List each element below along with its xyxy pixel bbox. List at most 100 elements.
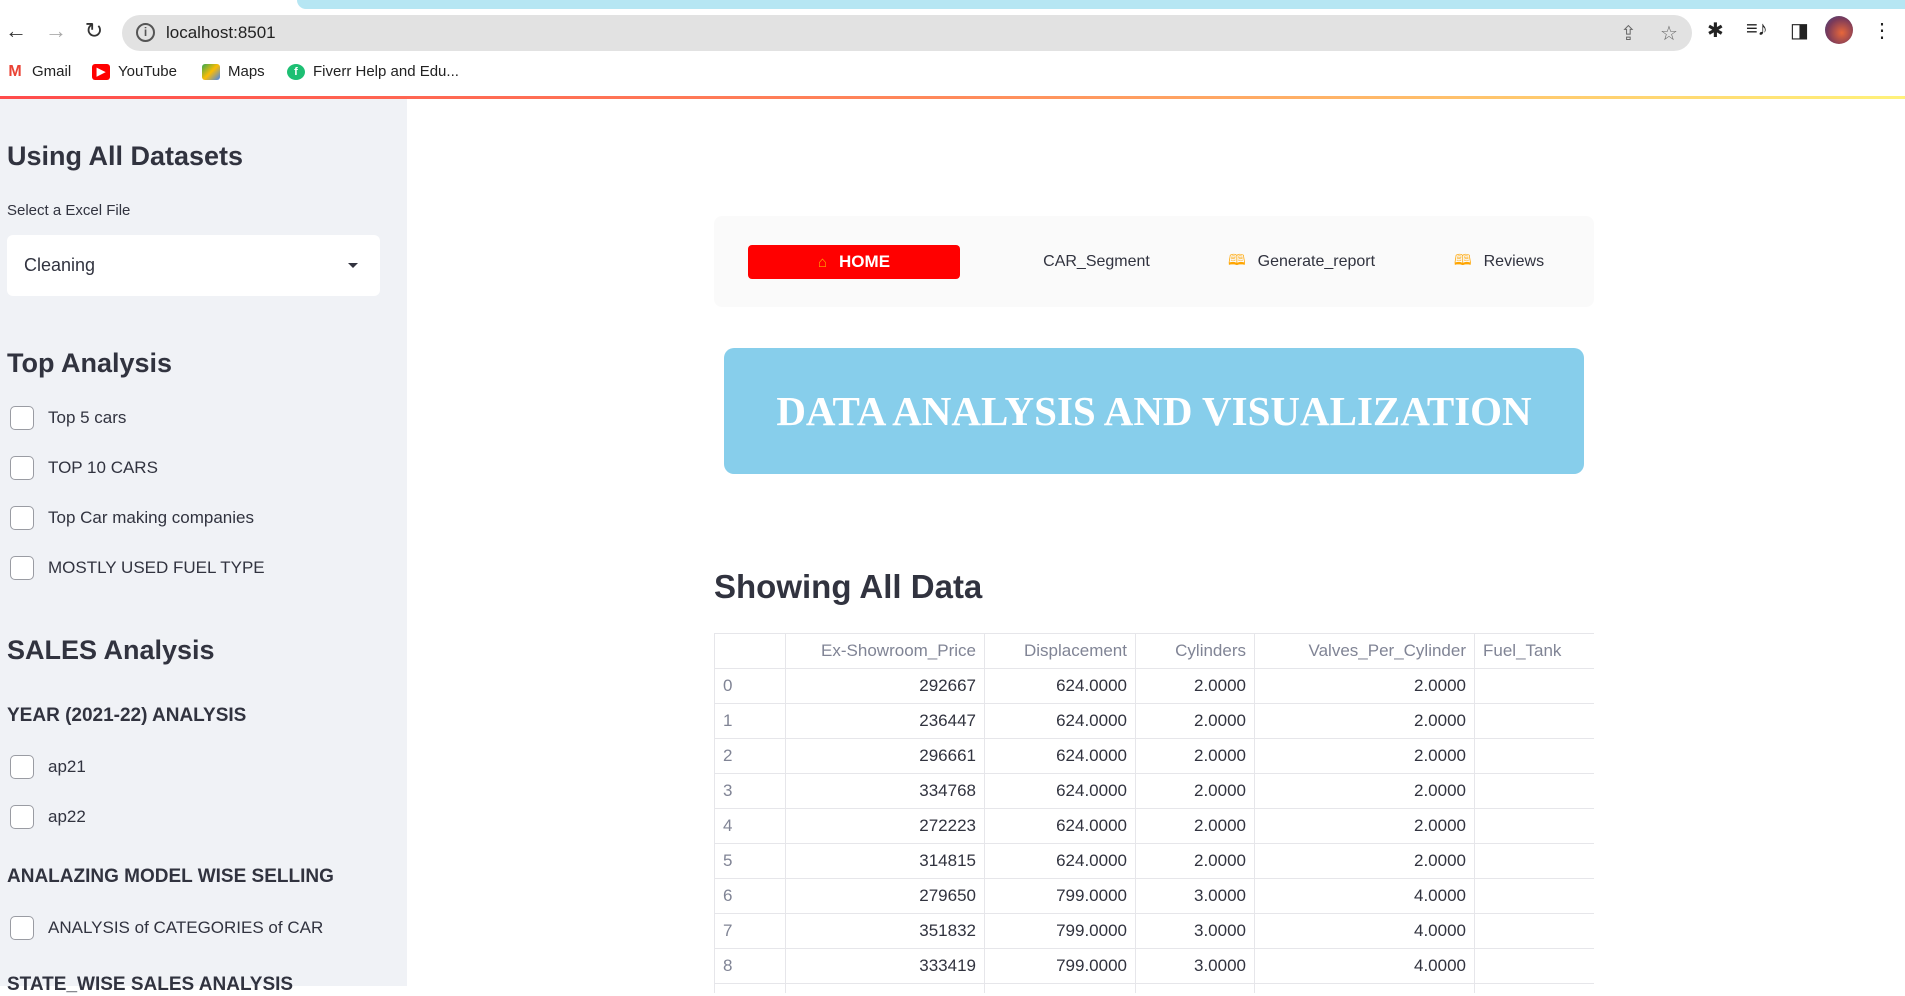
row-index[interactable]: 6 [714,878,786,914]
column-header[interactable]: Displacement [984,633,1136,669]
checkbox-top-companies[interactable]: Top Car making companies [10,506,254,530]
table-cell[interactable]: 333419 [785,948,985,984]
table-cell[interactable]: 2.0000 [1135,843,1255,879]
table-cell[interactable]: 799.0000 [984,878,1136,914]
table-cell[interactable] [1474,913,1594,949]
table-cell[interactable]: 2.0000 [1135,738,1255,774]
data-table[interactable]: Ex-Showroom_Price Displacement Cylinders Va… [714,633,1594,993]
checkbox-fuel-type[interactable]: MOSTLY USED FUEL TYPE [10,556,265,580]
profile-avatar[interactable] [1825,16,1853,44]
row-index[interactable]: 4 [714,808,786,844]
bookmark-fiverr[interactable]: f Fiverr Help and Edu... [287,63,459,80]
column-header[interactable] [714,633,786,669]
table-cell[interactable] [1474,738,1594,774]
reload-icon[interactable]: ↻ [80,18,108,44]
table-cell[interactable] [1474,948,1594,984]
checkbox-box[interactable] [10,556,34,580]
checkbox-ap22[interactable]: ap22 [10,805,86,829]
back-icon[interactable]: ← [2,18,30,44]
table-cell[interactable]: 2.0000 [1254,738,1475,774]
checkbox-box[interactable] [10,506,34,530]
table-cell[interactable] [1474,983,1594,993]
menu-icon[interactable]: ⋮ [1872,18,1892,43]
table-cell[interactable]: 236447 [785,703,985,739]
row-index[interactable]: 9 [714,983,786,993]
table-cell[interactable]: 2.0000 [1254,843,1475,879]
table-cell[interactable]: 624.0000 [984,843,1136,879]
table-cell[interactable]: 3.0000 [1135,913,1255,949]
bookmark-gmail[interactable]: M Gmail [6,63,71,80]
nav-home[interactable]: ⌂ HOME [748,245,960,279]
checkbox-box[interactable] [10,755,34,779]
table-cell[interactable]: 351832 [785,913,985,949]
table-cell[interactable]: 2.0000 [1135,808,1255,844]
table-cell[interactable] [984,983,1136,993]
nav-generate-report[interactable]: 🕮 Generate_report [1194,245,1409,279]
table-cell[interactable]: 624.0000 [984,773,1136,809]
checkbox-box[interactable] [10,805,34,829]
star-icon[interactable]: ☆ [1660,21,1678,46]
bookmark-maps[interactable]: Maps [202,63,265,80]
checkbox-top-10-cars[interactable]: TOP 10 CARS [10,456,158,480]
column-header[interactable]: Valves_Per_Cylinder [1254,633,1475,669]
table-cell[interactable]: 4.0000 [1254,878,1475,914]
table-cell[interactable] [1474,878,1594,914]
table-cell[interactable] [1135,983,1255,993]
column-header[interactable]: Fuel_Tank [1474,633,1594,669]
media-icon[interactable]: ≡♪ [1746,18,1768,41]
table-cell[interactable] [1474,703,1594,739]
table-cell[interactable] [1474,808,1594,844]
table-cell[interactable]: 624.0000 [984,808,1136,844]
forward-icon[interactable]: → [42,18,70,44]
column-header[interactable]: Cylinders [1135,633,1255,669]
column-header[interactable]: Ex-Showroom_Price [785,633,985,669]
nav-reviews[interactable]: 🕮 Reviews [1434,245,1564,279]
table-cell[interactable]: 799.0000 [984,948,1136,984]
row-index[interactable]: 0 [714,668,786,704]
table-cell[interactable]: 3.0000 [1135,878,1255,914]
checkbox-ap21[interactable]: ap21 [10,755,86,779]
checkbox-categories[interactable]: ANALYSIS of CATEGORIES of CAR [10,916,323,940]
table-cell[interactable] [1254,983,1475,993]
checkbox-box[interactable] [10,916,34,940]
table-cell[interactable]: 2.0000 [1135,773,1255,809]
table-cell[interactable]: 2.0000 [1135,668,1255,704]
address-bar[interactable]: i localhost:8501 ⇪ ☆ [122,15,1692,51]
table-cell[interactable]: 799.0000 [984,913,1136,949]
table-cell[interactable]: 624.0000 [984,668,1136,704]
table-cell[interactable]: 624.0000 [984,703,1136,739]
bookmark-youtube[interactable]: ▶ YouTube [92,63,177,80]
nav-car-segment[interactable]: CAR_Segment [1009,245,1184,279]
table-cell[interactable]: 2.0000 [1254,703,1475,739]
table-cell[interactable]: 624.0000 [984,738,1136,774]
table-cell[interactable] [785,983,985,993]
table-cell[interactable] [1474,773,1594,809]
table-cell[interactable]: 3.0000 [1135,948,1255,984]
table-cell[interactable]: 4.0000 [1254,948,1475,984]
table-cell[interactable]: 334768 [785,773,985,809]
table-cell[interactable]: 272223 [785,808,985,844]
row-index[interactable]: 2 [714,738,786,774]
checkbox-top-5-cars[interactable]: Top 5 cars [10,406,126,430]
table-cell[interactable] [1474,843,1594,879]
row-index[interactable]: 7 [714,913,786,949]
table-cell[interactable]: 2.0000 [1135,703,1255,739]
table-cell[interactable]: 296661 [785,738,985,774]
side-panel-icon[interactable]: ◨ [1790,18,1809,43]
row-index[interactable]: 5 [714,843,786,879]
row-index[interactable]: 8 [714,948,786,984]
share-icon[interactable]: ⇪ [1620,21,1637,46]
table-cell[interactable]: 292667 [785,668,985,704]
info-icon[interactable]: i [136,23,155,42]
table-cell[interactable]: 314815 [785,843,985,879]
extensions-icon[interactable]: ✱ [1707,18,1724,43]
checkbox-box[interactable] [10,456,34,480]
table-cell[interactable]: 279650 [785,878,985,914]
table-cell[interactable] [1474,668,1594,704]
table-cell[interactable]: 2.0000 [1254,773,1475,809]
table-cell[interactable]: 2.0000 [1254,808,1475,844]
checkbox-box[interactable] [10,406,34,430]
row-index[interactable]: 1 [714,703,786,739]
table-cell[interactable]: 4.0000 [1254,913,1475,949]
row-index[interactable]: 3 [714,773,786,809]
